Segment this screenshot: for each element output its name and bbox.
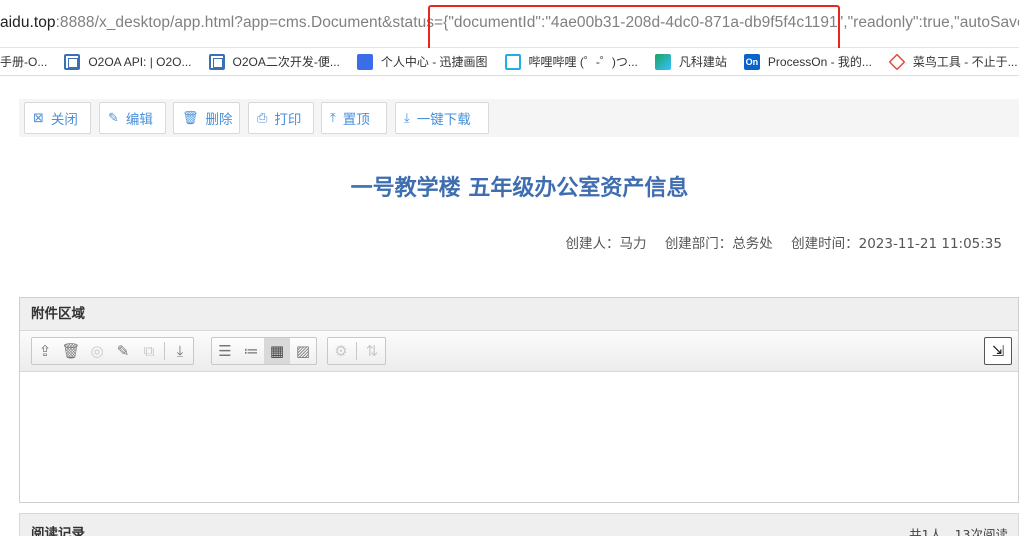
document-icon bbox=[208, 53, 225, 70]
creator-text: 创建人：马力 bbox=[565, 236, 647, 252]
bookmark-label: ProcessOn - 我的... bbox=[767, 55, 872, 69]
chart-icon bbox=[356, 53, 373, 70]
edit-button[interactable]: ✎ 编辑 bbox=[99, 102, 166, 134]
bilibili-icon bbox=[504, 53, 521, 70]
sort-icon[interactable]: ⇅ bbox=[359, 338, 385, 364]
document-meta: 创建人：马力 创建部门：总务处 创建时间：2023-11-21 11:05:35 bbox=[552, 232, 1002, 252]
toolbar-separator bbox=[164, 342, 165, 360]
print-label: 打印 bbox=[274, 112, 302, 128]
bookmark-processon[interactable]: On ProcessOn - 我的... bbox=[743, 48, 872, 75]
trash-icon: 🗑 bbox=[182, 110, 199, 126]
delete-button[interactable]: 🗑 删除 bbox=[173, 102, 240, 134]
bookmarks-bar: 手册-O... O2OA API: | O2O... O2OA二次开发-便...… bbox=[0, 48, 1019, 76]
bookmark-o2oa-dev[interactable]: O2OA二次开发-便... bbox=[208, 48, 340, 75]
arrow-up-icon: ⤒ bbox=[330, 110, 336, 126]
bookmark-label: 凡科建站 bbox=[678, 55, 727, 69]
bookmark-label: 手册-O... bbox=[0, 55, 48, 69]
bookmark-manual[interactable]: 手册-O... bbox=[0, 48, 48, 75]
bookmark-o2oa-api[interactable]: O2OA API: | O2O... bbox=[64, 48, 192, 75]
attachment-toolbar: ⇪ 🗑 ◎ ✎ ⧉ ⤓ ☰ ≔ ▦ ▨ ⚙ ⇅ ⇲ bbox=[20, 331, 1018, 372]
runoob-icon bbox=[888, 53, 906, 70]
pin-top-button[interactable]: ⤒ 置顶 bbox=[321, 102, 387, 134]
print-button[interactable]: ⎙ 打印 bbox=[248, 102, 314, 134]
read-records-summary: 共1人、13次阅读 bbox=[909, 527, 1008, 536]
upload-icon[interactable]: ⇪ bbox=[32, 338, 58, 364]
attachment-settings-group: ⚙ ⇅ bbox=[327, 337, 386, 365]
rename-icon[interactable]: ✎ bbox=[110, 338, 136, 364]
created-time-text: 创建时间：2023-11-21 11:05:35 bbox=[791, 236, 1002, 252]
bookmark-bilibili[interactable]: 哔哩哔哩 (゜-゜)つ... bbox=[504, 48, 638, 75]
pencil-icon: ✎ bbox=[108, 110, 119, 126]
grid-view-icon[interactable]: ▦ bbox=[264, 338, 290, 364]
ordered-list-view-icon[interactable]: ≔ bbox=[238, 338, 264, 364]
trash-icon[interactable]: 🗑 bbox=[58, 338, 84, 364]
bookmark-label: O2OA API: | O2O... bbox=[88, 54, 192, 69]
read-records-title: 阅读记录 bbox=[31, 526, 85, 536]
document-toolbar: ⊠ 关闭 ✎ 编辑 🗑 删除 ⎙ 打印 ⤒ 置顶 ⤓ 一键下载 bbox=[19, 99, 1019, 137]
image-view-icon[interactable]: ▨ bbox=[290, 338, 316, 364]
download-all-button[interactable]: ⤓ 一键下载 bbox=[395, 102, 489, 134]
bookmark-label: O2OA二次开发-便... bbox=[232, 55, 340, 69]
toolbar-separator bbox=[356, 342, 357, 360]
bookmark-xunjie[interactable]: 个人中心 - 迅捷画图 bbox=[356, 48, 488, 75]
attachment-view-modes: ☰ ≔ ▦ ▨ bbox=[211, 337, 317, 365]
delete-label: 删除 bbox=[205, 112, 233, 128]
bookmark-fanke[interactable]: 凡科建站 bbox=[654, 48, 727, 75]
close-icon: ⊠ bbox=[33, 110, 44, 126]
gear-icon[interactable]: ⚙ bbox=[328, 338, 354, 364]
bookmark-label: 哔哩哔哩 (゜-゜)つ... bbox=[528, 55, 638, 69]
processon-icon: On bbox=[743, 53, 760, 70]
bookmark-label: 个人中心 - 迅捷画图 bbox=[380, 55, 488, 69]
download-icon[interactable]: ⤓ bbox=[167, 338, 193, 364]
bookmark-runoob[interactable]: 菜鸟工具 - 不止于... bbox=[888, 48, 1018, 75]
printer-icon: ⎙ bbox=[257, 110, 268, 126]
download-icon: ⤓ bbox=[404, 110, 410, 126]
attachment-file-actions: ⇪ 🗑 ◎ ✎ ⧉ ⤓ bbox=[31, 337, 194, 365]
url-host: aidu.top bbox=[0, 14, 56, 31]
edit-label: 编辑 bbox=[125, 112, 153, 128]
close-button[interactable]: ⊠ 关闭 bbox=[24, 102, 91, 134]
read-records-panel: 阅读记录 共1人、13次阅读 bbox=[19, 513, 1019, 536]
annotation-highlight-box bbox=[428, 5, 840, 51]
close-label: 关闭 bbox=[50, 112, 78, 128]
bookmark-label: 菜鸟工具 - 不止于... bbox=[912, 55, 1018, 69]
attachment-panel-title: 附件区域 bbox=[20, 298, 1018, 331]
address-bar[interactable]: aidu.top:8888/x_desktop/app.html?app=cms… bbox=[0, 0, 1019, 51]
download-all-label: 一键下载 bbox=[416, 112, 471, 128]
leaf-icon bbox=[654, 53, 671, 70]
document-icon bbox=[64, 53, 81, 70]
copy-icon[interactable]: ⧉ bbox=[136, 338, 162, 364]
attachment-panel: 附件区域 ⇪ 🗑 ◎ ✎ ⧉ ⤓ ☰ ≔ ▦ ▨ ⚙ ⇅ ⇲ bbox=[19, 297, 1019, 503]
pin-top-label: 置顶 bbox=[342, 112, 370, 128]
department-text: 创建部门：总务处 bbox=[664, 236, 773, 252]
document-title: 一号教学楼 五年级办公室资产信息 bbox=[350, 176, 689, 201]
replace-icon[interactable]: ◎ bbox=[84, 338, 110, 364]
expand-icon[interactable]: ⇲ bbox=[984, 337, 1012, 365]
list-view-icon[interactable]: ☰ bbox=[212, 338, 238, 364]
